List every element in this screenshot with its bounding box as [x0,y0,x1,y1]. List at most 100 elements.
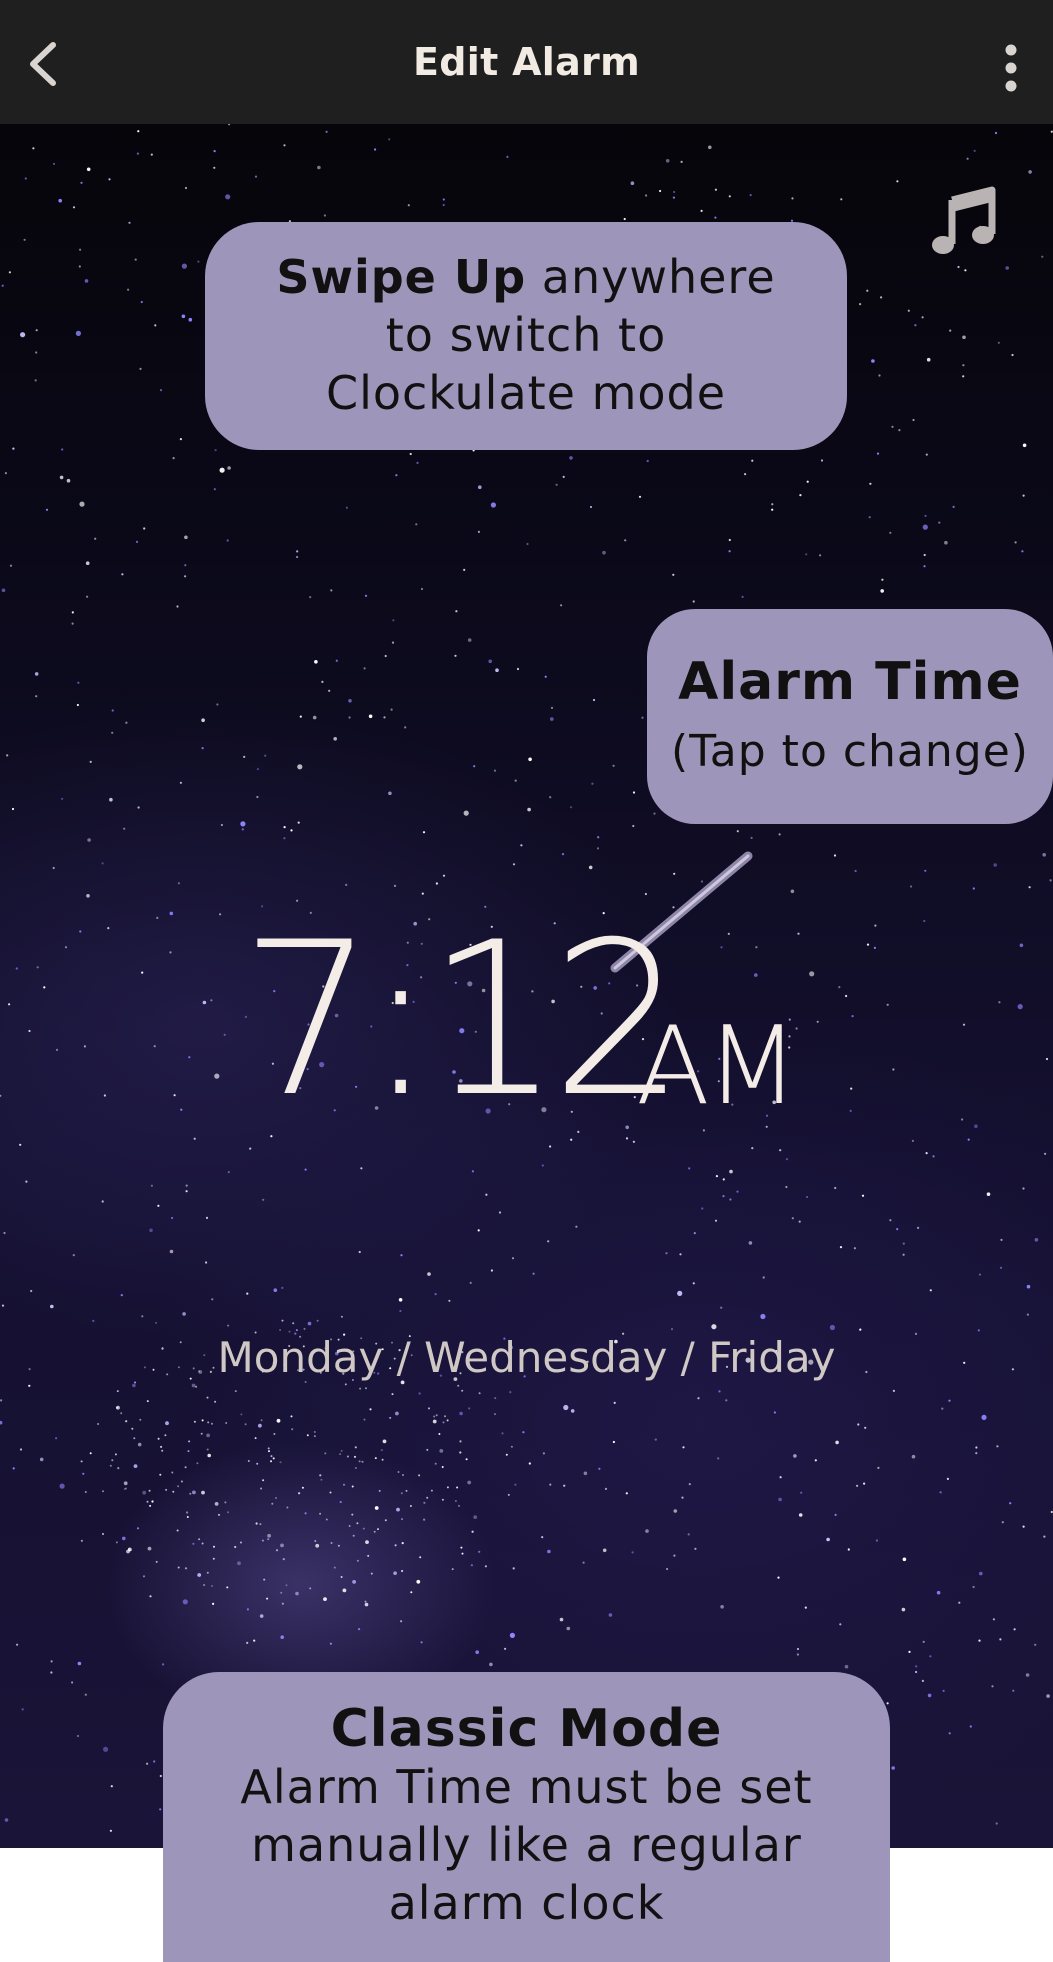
star [128,221,131,224]
star [942,1689,945,1692]
star [459,1440,462,1443]
star [427,1272,431,1276]
star [908,1650,911,1653]
star [20,332,26,338]
star [35,329,38,332]
star [873,946,877,950]
star [169,911,174,916]
star [254,175,258,178]
star [340,1315,343,1318]
star [991,1685,994,1688]
star [665,1252,668,1255]
star [134,258,137,261]
star [171,1216,174,1220]
star [410,1591,413,1594]
star [494,1397,497,1400]
star [1045,1057,1049,1061]
star [465,1458,468,1461]
star [184,564,187,567]
star [401,1542,404,1545]
more-options-button[interactable] [983,36,1039,100]
star [853,1247,857,1250]
star [34,672,39,676]
star [442,874,446,877]
star [426,1496,429,1499]
star [110,1785,113,1788]
star [35,695,38,698]
star [921,1679,925,1682]
star [929,1289,932,1292]
star [688,1483,691,1486]
star [477,1229,480,1232]
star [32,147,35,150]
more-vertical-icon [1005,44,1017,92]
star [1019,943,1024,948]
star [915,1670,918,1674]
star [206,1571,209,1574]
star [423,1518,426,1521]
star [182,1599,188,1605]
star [418,1474,421,1477]
star [717,1457,720,1460]
star [89,1452,92,1455]
alarm-time-display[interactable]: 7:12 AM [240,914,860,1126]
repeat-days[interactable]: Monday / Wednesday / Friday [0,1331,1053,1385]
star [459,1451,462,1454]
star [290,1415,293,1418]
swipe-hint-rest: anywhere [526,250,776,304]
star [146,1500,149,1503]
star [898,429,901,432]
star [915,1665,918,1668]
star [329,1491,332,1494]
star [262,1479,265,1482]
star [896,1228,899,1231]
star [179,781,182,784]
swipe-hint-bold: Swipe Up [276,250,527,304]
star [101,1532,105,1536]
star [461,1389,464,1392]
star [396,1507,400,1512]
star [263,1578,266,1581]
star [108,178,111,181]
star [514,1483,517,1486]
star [458,1504,460,1507]
star [992,1618,996,1621]
star [922,524,928,530]
star [728,195,731,198]
star [323,214,326,217]
star [952,505,955,508]
star [240,1413,243,1416]
star [282,1558,285,1561]
star [335,659,338,662]
star [216,703,219,706]
star [512,863,516,866]
star [880,296,883,299]
star [312,715,317,720]
star [395,1411,399,1416]
star [493,769,497,772]
star [323,1597,327,1601]
star [314,660,318,664]
star [348,716,351,719]
star [151,1500,154,1503]
star [778,833,781,836]
star [1041,255,1044,258]
star [863,1482,866,1485]
star [246,1292,249,1295]
star [526,542,529,546]
star [728,538,731,542]
star [272,1457,275,1460]
star [949,329,952,332]
star [35,351,38,354]
alarm-sound-button[interactable] [930,186,1000,258]
star [509,1632,515,1638]
star [214,1400,217,1403]
star [273,1288,278,1292]
star [542,1452,546,1455]
star [814,1459,817,1462]
star [478,1392,481,1395]
star [84,1693,87,1696]
star [339,1453,342,1456]
star [333,1566,336,1569]
star [225,1422,228,1424]
